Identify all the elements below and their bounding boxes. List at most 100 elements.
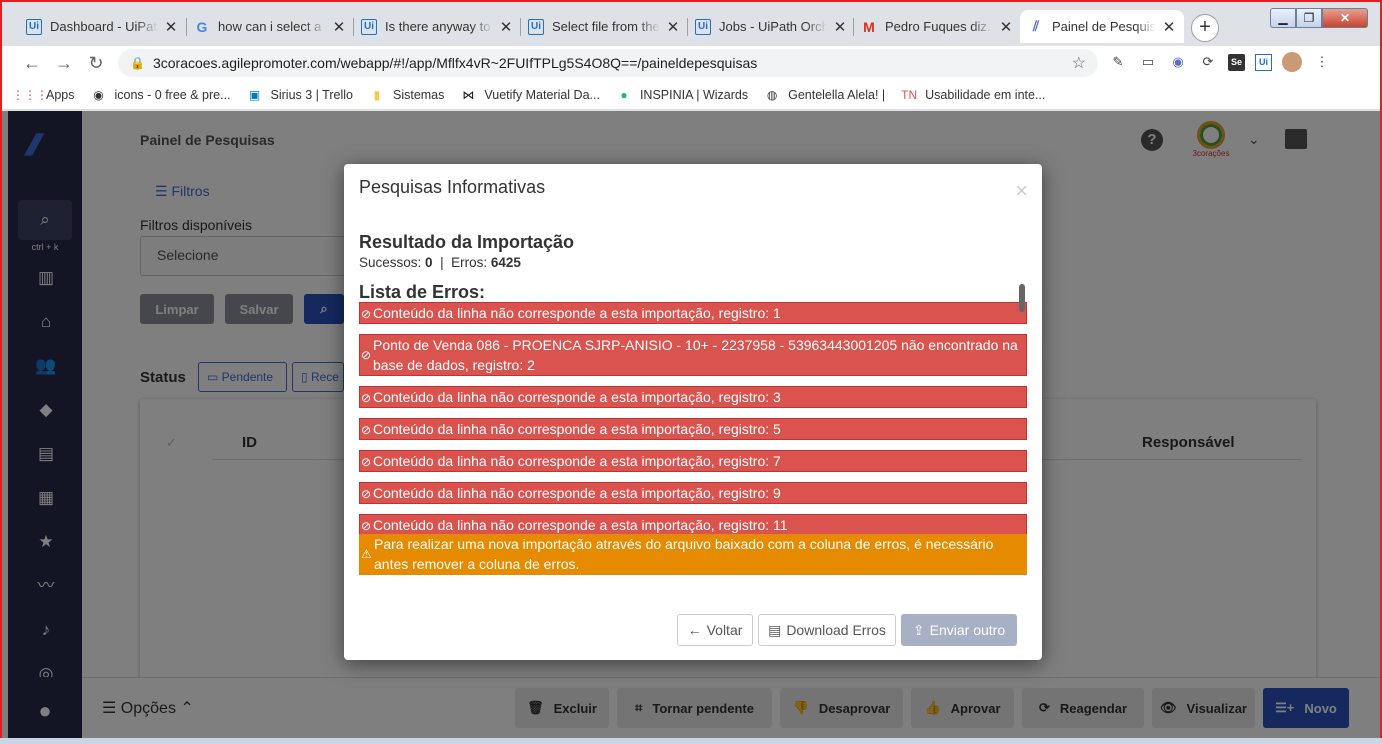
screen-extension-icon[interactable]: ▭ [1138, 52, 1158, 72]
selenium-extension-icon[interactable]: Se [1228, 53, 1245, 71]
uipath-icon: Ui [361, 18, 377, 35]
close-tab-icon[interactable]: ✕ [499, 18, 513, 36]
upload-icon: ⇪ [912, 621, 925, 638]
new-tab-button[interactable]: + [1191, 14, 1219, 42]
error-text: Conteúdo da linha não corresponde a esta… [373, 485, 781, 501]
bookmark-label: Sirius 3 | Trello [270, 87, 353, 102]
error-row: ⊘ Conteúdo da linha não corresponde a est… [359, 386, 1027, 408]
send-another-button[interactable]: ⇪ Enviar outro [901, 614, 1017, 646]
file-icon: ▤ [768, 621, 782, 638]
bookmark-star-icon[interactable]: ☆ [1072, 53, 1086, 73]
error-text: Conteúdo da linha não corresponde a esta… [373, 453, 781, 469]
ban-icon: ⊘ [361, 391, 372, 405]
bookmark-label: Apps [46, 87, 75, 102]
error-text: Conteúdo da linha não corresponde a esta… [373, 517, 788, 533]
eyedropper-extension-icon[interactable]: ✎ [1108, 52, 1128, 72]
bowtie-icon: ⋈ [462, 87, 475, 102]
bookmark-label: Sistemas [392, 87, 445, 102]
bookmark-item[interactable]: TN Usabilidade em inte... [901, 87, 1045, 103]
tn-icon: TN [901, 87, 918, 102]
warning-text: Para realizar uma nova importação atravé… [374, 536, 994, 572]
error-text: Ponto de Venda 086 - PROENCA SJRP-ANISIO… [373, 337, 1018, 373]
bookmark-item[interactable]: ◍ Gentelella Alela! | [764, 87, 885, 103]
ban-icon: ⊘ [361, 423, 372, 437]
browser-toolbar: ← → ↻ 🔒 3coracoes.agilepromoter.com/weba… [2, 46, 1380, 80]
forward-arrow-icon[interactable]: → [48, 53, 80, 74]
trello-icon: ▣ [248, 87, 261, 102]
minimize-button[interactable]: ▁ [1270, 8, 1296, 28]
url-text: 3coracoes.agilepromoter.com/webapp/#!/ap… [152, 55, 758, 71]
bookmark-label: icons - 0 free & pre... [114, 87, 231, 102]
error-list-scrollbar[interactable] [1019, 284, 1025, 312]
close-tab-icon[interactable]: ✕ [833, 18, 847, 36]
back-button[interactable]: ← Voltar [677, 614, 753, 646]
ban-icon: ⊘ [361, 348, 372, 362]
gmail-icon: M [863, 18, 875, 35]
tab-title: Painel de Pesquisas [1052, 19, 1156, 34]
import-summary: Sucessos: 0 | Erros: 6425 [359, 255, 521, 270]
tab-3[interactable]: Ui Is there anyway to ✕ [353, 10, 521, 43]
back-arrow-icon[interactable]: ← [16, 53, 48, 74]
bookmark-item[interactable]: ▮ Sistemas [369, 87, 445, 103]
download-errors-button[interactable]: ▤ Download Erros [758, 614, 896, 646]
restore-button[interactable]: ❐ [1296, 8, 1322, 28]
close-tab-icon[interactable]: ✕ [1162, 18, 1176, 36]
tab-2[interactable]: Ghow can i select a s ✕ [186, 10, 354, 43]
sync-extension-icon[interactable]: ⟳ [1198, 52, 1218, 72]
tab-6[interactable]: M Pedro Fuques diz... ✕ [853, 10, 1021, 43]
ban-icon: ⊘ [361, 519, 372, 533]
tab-7[interactable]: ⫽ Painel de Pesquisas ✕ [1020, 10, 1184, 43]
error-row: ⊘ Conteúdo da linha não corresponde a est… [359, 302, 1027, 324]
tab-title: Is there anyway to [385, 19, 491, 34]
uipath-icon: Ui [528, 18, 544, 35]
profile-avatar[interactable] [1282, 52, 1302, 72]
tab-title: Select file from the [552, 19, 660, 34]
reload-icon[interactable]: ↻ [80, 53, 112, 74]
uipath-extension-icon[interactable]: Ui [1255, 53, 1272, 71]
tab-4[interactable]: Ui Select file from the ✕ [520, 10, 688, 43]
tab-title: Dashboard - UiPath [50, 19, 158, 34]
lock-icon: 🔒 [130, 56, 145, 70]
error-list[interactable]: ⊘ Conteúdo da linha não corresponde a est… [359, 302, 1027, 534]
tab-title: how can i select a s [218, 19, 326, 34]
modal-title: Pesquisas Informativas [359, 177, 546, 197]
error-row: ⊘ Conteúdo da linha não corresponde a est… [359, 482, 1027, 504]
bookmark-item[interactable]: ⋮⋮⋮ Apps [12, 87, 75, 103]
error-row: ⊘ Conteúdo da linha não corresponde a est… [359, 450, 1027, 472]
bookmark-item[interactable]: ◉ icons - 0 free & pre... [91, 87, 231, 103]
google-icon: G [196, 18, 208, 35]
folder-icon: ▮ [373, 87, 381, 102]
os-taskbar [0, 738, 1382, 744]
close-tab-icon[interactable]: ✕ [332, 18, 346, 36]
uipath-icon: Ui [695, 18, 711, 35]
import-result-modal: Pesquisas Informativas × Resultado da Im… [344, 164, 1042, 660]
tab-title: Jobs - UiPath Orche [719, 19, 827, 34]
arrow-left-icon: ← [687, 622, 702, 638]
close-window-button[interactable]: ✕ [1322, 8, 1368, 28]
tab-5[interactable]: Ui Jobs - UiPath Orche ✕ [687, 10, 855, 43]
warning-alert: ⚠ Para realizar uma nova importação atra… [359, 534, 1027, 575]
extensions-bar: ✎ ▭ ◉ ⟳ Se Ui ⋮ [1108, 52, 1332, 72]
apps-grid-icon: ⋮⋮⋮ [12, 87, 48, 102]
bookmark-item[interactable]: ● INSPINIA | Wizards [616, 87, 748, 103]
bookmark-label: INSPINIA | Wizards [639, 87, 749, 102]
menu-dots-icon[interactable]: ⋮ [1312, 52, 1332, 72]
tab-1[interactable]: Ui Dashboard - UiPath ✕ [18, 10, 186, 43]
error-list-title: Lista de Erros: [359, 282, 486, 302]
warning-icon: ⚠ [361, 547, 372, 561]
ban-icon: ⊘ [361, 307, 372, 321]
close-tab-icon[interactable]: ✕ [666, 18, 680, 36]
close-icon[interactable]: × [1015, 178, 1028, 204]
error-text: Conteúdo da linha não corresponde a esta… [373, 389, 781, 405]
close-tab-icon[interactable]: ✕ [164, 18, 178, 36]
bookmark-label: Usabilidade em inte... [925, 87, 1046, 102]
inspinia-icon: ● [620, 87, 628, 102]
badge-extension-icon[interactable]: ◉ [1168, 52, 1188, 72]
close-tab-icon[interactable]: ✕ [999, 18, 1013, 36]
bookmark-item[interactable]: ▣ Sirius 3 | Trello [247, 87, 353, 103]
address-bar[interactable]: 🔒 3coracoes.agilepromoter.com/webapp/#!/… [118, 49, 1098, 77]
tab-strip: Ui Dashboard - UiPath ✕ Ghow can i select a… [2, 2, 1380, 46]
result-title: Resultado da Importação [359, 232, 575, 252]
bookmark-item[interactable]: ⋈ Vuetify Material Da... [460, 87, 600, 103]
bookmarks-bar: ⋮⋮⋮ Apps ◉ icons - 0 free & pre... ▣ Sirius 3… [2, 80, 1380, 110]
